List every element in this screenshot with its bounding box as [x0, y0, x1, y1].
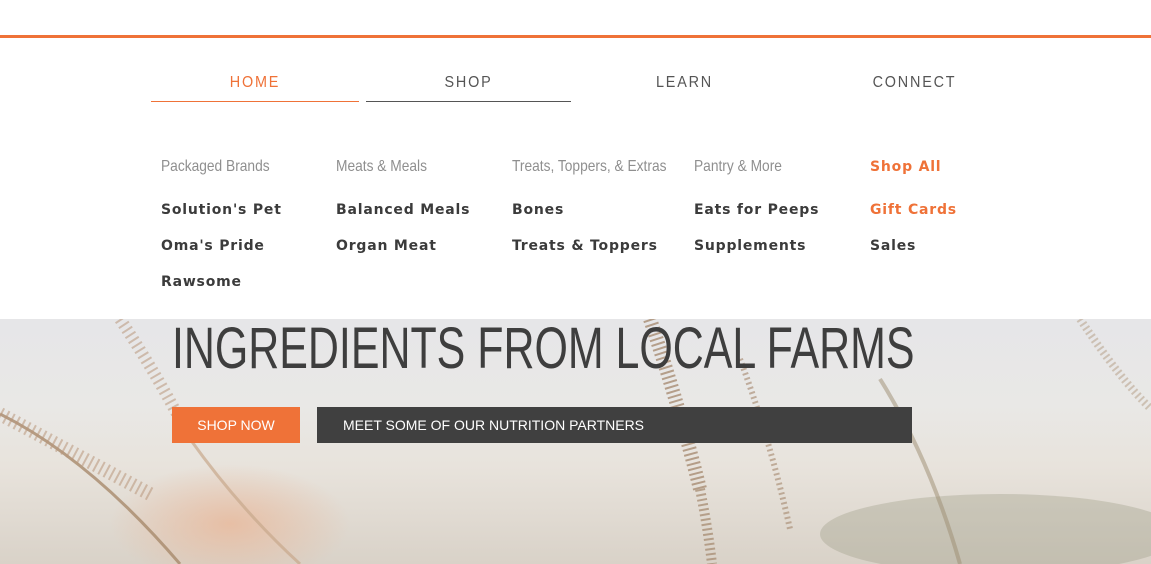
menu-link-rawsome[interactable]: Rawsome [161, 274, 242, 290]
menu-link-treats-toppers[interactable]: Treats & Toppers [512, 238, 658, 254]
menu-link-organ-meat[interactable]: Organ Meat [336, 238, 437, 254]
menu-link-sales[interactable]: Sales [870, 238, 916, 254]
top-bar [0, 0, 1151, 35]
menu-link-omas-pride[interactable]: Oma's Pride [161, 238, 265, 254]
shop-mega-menu: Packaged Brands Solution's Pet Oma's Pri… [0, 108, 1151, 319]
menu-link-eats-for-peeps[interactable]: Eats for Peeps [694, 202, 819, 218]
nav-home-underline [151, 101, 359, 102]
menu-link-shop-all[interactable]: Shop All [870, 159, 941, 175]
hero-title: INGREDIENTS FROM LOCAL FARMS [172, 319, 915, 381]
menu-link-solutions-pet[interactable]: Solution's Pet [161, 202, 282, 218]
menu-heading-packaged-brands[interactable]: Packaged Brands [161, 158, 270, 176]
menu-link-gift-cards[interactable]: Gift Cards [870, 202, 957, 218]
menu-heading-treats-toppers-extras[interactable]: Treats, Toppers, & Extras [512, 158, 666, 176]
nav-shop-underline [366, 101, 571, 102]
menu-heading-meats-meals[interactable]: Meats & Meals [336, 158, 427, 176]
hero-banner: INGREDIENTS FROM LOCAL FARMS SHOP NOW ME… [0, 319, 1151, 564]
nutrition-partners-button[interactable]: MEET SOME OF OUR NUTRITION PARTNERS [317, 407, 912, 443]
nav-home[interactable]: HOME [161, 74, 348, 92]
menu-link-supplements[interactable]: Supplements [694, 238, 806, 254]
nav-shop[interactable]: SHOP [376, 74, 561, 92]
accent-divider [0, 35, 1151, 38]
nav-learn[interactable]: LEARN [592, 74, 777, 92]
nav-connect[interactable]: CONNECT [822, 74, 1007, 92]
menu-heading-pantry-more[interactable]: Pantry & More [694, 158, 782, 176]
menu-link-bones[interactable]: Bones [512, 202, 564, 218]
shop-now-button[interactable]: SHOP NOW [172, 407, 300, 443]
menu-link-balanced-meals[interactable]: Balanced Meals [336, 202, 470, 218]
